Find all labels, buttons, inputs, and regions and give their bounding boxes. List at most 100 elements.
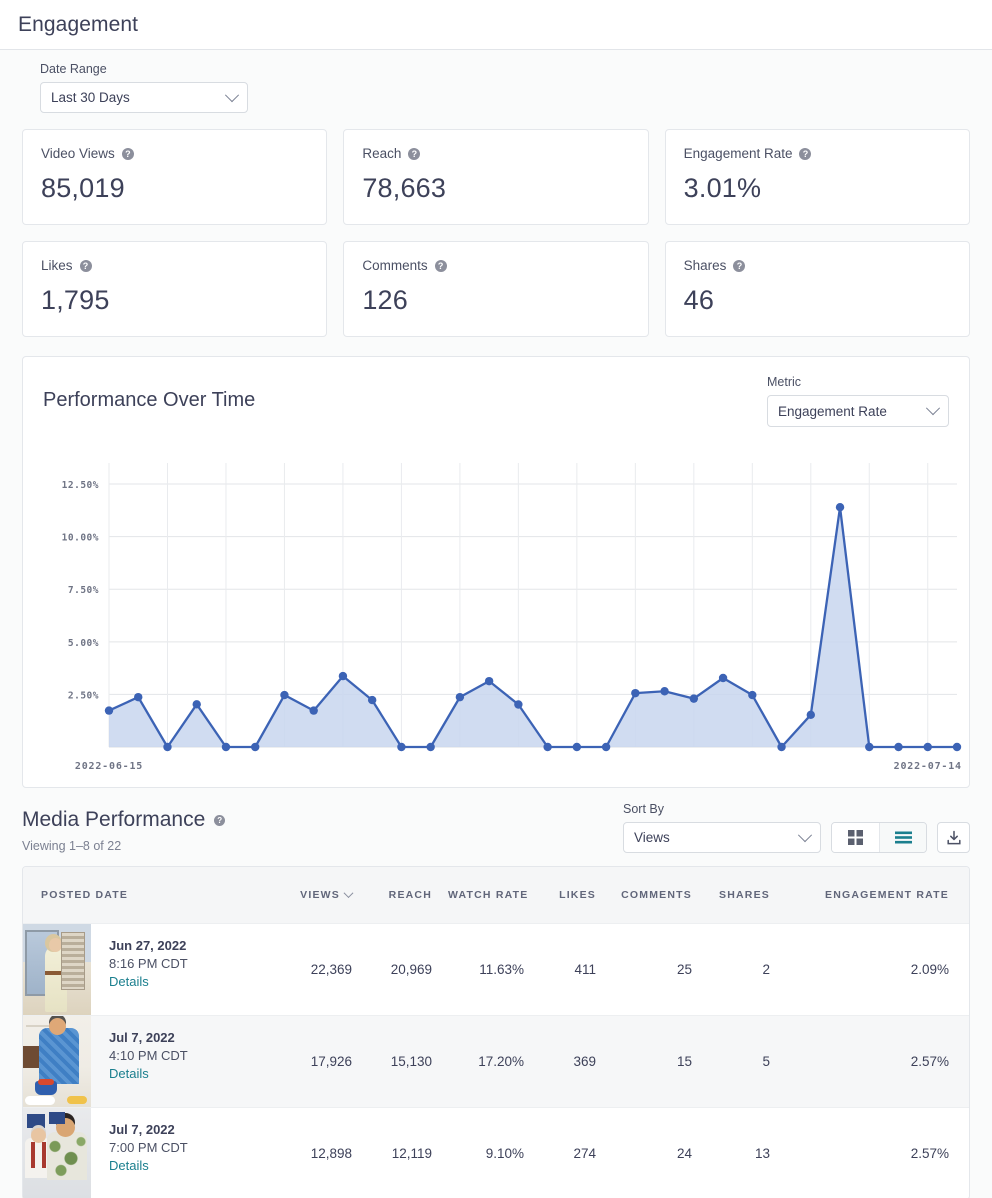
- column-header-views[interactable]: VIEWS: [288, 867, 360, 923]
- chevron-down-icon: [224, 87, 240, 102]
- date-range-select[interactable]: Last 30 Days: [40, 82, 248, 113]
- kpi-card-likes: Likes ? 1,795: [22, 241, 328, 337]
- cell-reach: 20,969: [390, 961, 432, 977]
- grid-view-button[interactable]: [832, 823, 879, 852]
- help-icon[interactable]: ?: [79, 259, 92, 272]
- kpi-value: 46: [683, 285, 715, 315]
- column-header-engagement-rate[interactable]: ENGAGEMENT RATE: [778, 867, 969, 923]
- cell-watch-rate: 11.63%: [479, 961, 524, 977]
- table-header-row: POSTED DATE VIEWS REACH WATCH RATE LIKES…: [23, 867, 969, 923]
- media-performance-table: POSTED DATE VIEWS REACH WATCH RATE LIKES…: [22, 866, 970, 1198]
- help-icon[interactable]: ?: [121, 147, 134, 160]
- date-range-value: Last 30 Days: [51, 90, 130, 105]
- kpi-card-shares: Shares ? 46: [664, 241, 970, 337]
- cell-views: 17,926: [310, 1053, 352, 1069]
- list-view-icon: [894, 831, 912, 844]
- details-link[interactable]: Details: [109, 1066, 188, 1081]
- cell-likes: 411: [574, 961, 596, 977]
- cell-likes: 369: [573, 1053, 596, 1069]
- svg-text:12.50%: 12.50%: [62, 480, 99, 491]
- grid-view-icon: [848, 830, 863, 845]
- cell-views: 12,898: [310, 1145, 352, 1161]
- kpi-value: 126: [362, 285, 408, 315]
- media-performance-title: Media Performance: [22, 808, 206, 831]
- kpi-card-engagement-rate: Engagement Rate ? 3.01%: [664, 129, 970, 225]
- svg-text:7.50%: 7.50%: [68, 585, 99, 596]
- filter-bar: Date Range Last 30 Days: [0, 50, 992, 121]
- kpi-grid: Video Views ? 85,019 Reach ? 78,663 Enga…: [0, 121, 992, 337]
- list-view-button[interactable]: [879, 823, 926, 852]
- kpi-value: 85,019: [41, 173, 125, 203]
- chevron-down-icon: [925, 401, 941, 416]
- media-thumbnail[interactable]: [23, 1015, 91, 1107]
- page-header: Engagement: [0, 0, 992, 50]
- help-icon[interactable]: ?: [408, 147, 421, 160]
- cell-engagement-rate: 2.09%: [910, 961, 949, 977]
- page-title: Engagement: [18, 12, 139, 36]
- help-icon[interactable]: ?: [214, 814, 226, 826]
- table-row[interactable]: Jun 27, 2022 8:16 PM CDT Details 22,369 …: [23, 923, 969, 1015]
- chart-title: Performance Over Time: [43, 389, 256, 411]
- performance-over-time-chart: 2.50% 5.00% 7.50% 10.00% 12.50% 2022-06-15 202…: [62, 463, 962, 772]
- metric-select[interactable]: Engagement Rate: [767, 395, 949, 427]
- kpi-label: Reach: [362, 146, 402, 161]
- post-time: 7:00 PM CDT: [109, 1139, 188, 1155]
- column-header-posted-date[interactable]: POSTED DATE: [23, 867, 288, 923]
- cell-shares: 13: [754, 1145, 770, 1161]
- cell-comments: 24: [676, 1145, 692, 1161]
- help-icon[interactable]: ?: [434, 259, 447, 272]
- cell-engagement-rate: 2.57%: [910, 1145, 949, 1161]
- details-link[interactable]: Details: [109, 1158, 188, 1173]
- cell-shares: 2: [762, 961, 770, 977]
- cell-shares: 5: [762, 1053, 770, 1069]
- metric-label: Metric: [767, 375, 802, 389]
- help-icon[interactable]: ?: [733, 259, 746, 272]
- media-thumbnail[interactable]: [23, 1107, 91, 1198]
- column-header-reach[interactable]: REACH: [360, 867, 440, 923]
- kpi-label: Video Views: [41, 146, 115, 161]
- svg-text:2022-07-14: 2022-07-14: [894, 761, 962, 772]
- svg-text:2.50%: 2.50%: [68, 690, 99, 701]
- svg-text:5.00%: 5.00%: [68, 638, 99, 649]
- kpi-value: 3.01%: [683, 173, 762, 203]
- sort-by-label: Sort By: [623, 802, 664, 816]
- cell-reach: 12,119: [391, 1145, 432, 1161]
- media-performance-section: Media Performance ? Viewing 1–8 of 22 So…: [0, 788, 992, 853]
- post-date: Jun 27, 2022: [109, 937, 187, 953]
- svg-text:2022-06-15: 2022-06-15: [75, 761, 143, 772]
- view-toggle-group: [831, 822, 927, 853]
- post-time: 4:10 PM CDT: [109, 1047, 188, 1063]
- details-link[interactable]: Details: [109, 974, 188, 989]
- column-header-comments[interactable]: COMMENTS: [604, 867, 700, 923]
- kpi-label: Engagement Rate: [683, 146, 793, 161]
- kpi-card-comments: Comments ? 126: [343, 241, 649, 337]
- cell-likes: 274: [573, 1145, 596, 1161]
- table-row[interactable]: Jul 7, 2022 7:00 PM CDT Details 12,898 1…: [23, 1107, 969, 1198]
- performance-chart-panel: Performance Over Time Metric Engagement …: [22, 356, 970, 788]
- kpi-value: 78,663: [362, 173, 447, 203]
- sort-descending-icon: [343, 888, 354, 899]
- column-header-shares[interactable]: SHARES: [700, 867, 778, 923]
- sort-by-value: Views: [634, 830, 670, 845]
- table-row[interactable]: Jul 7, 2022 4:10 PM CDT Details 17,926 1…: [23, 1015, 969, 1107]
- column-header-watch-rate[interactable]: WATCH RATE: [440, 867, 532, 923]
- sort-by-select[interactable]: Views: [623, 822, 821, 853]
- kpi-label: Comments: [362, 258, 428, 273]
- chevron-down-icon: [797, 827, 813, 842]
- post-time: 8:16 PM CDT: [109, 955, 188, 971]
- kpi-card-video-views: Video Views ? 85,019: [22, 129, 328, 225]
- post-date: Jul 7, 2022: [109, 1029, 175, 1045]
- kpi-label: Shares: [683, 258, 727, 273]
- metric-value: Engagement Rate: [778, 403, 887, 419]
- kpi-label: Likes: [41, 258, 73, 273]
- post-date: Jul 7, 2022: [109, 1121, 175, 1137]
- svg-text:10.00%: 10.00%: [62, 533, 99, 544]
- download-button[interactable]: [937, 822, 970, 853]
- help-icon[interactable]: ?: [799, 147, 812, 160]
- media-thumbnail[interactable]: [23, 923, 91, 1015]
- kpi-card-reach: Reach ? 78,663: [343, 129, 649, 225]
- date-range-label: Date Range: [40, 62, 107, 76]
- column-header-likes[interactable]: LIKES: [532, 867, 604, 923]
- cell-reach: 15,130: [390, 1053, 432, 1069]
- download-icon: [946, 830, 961, 844]
